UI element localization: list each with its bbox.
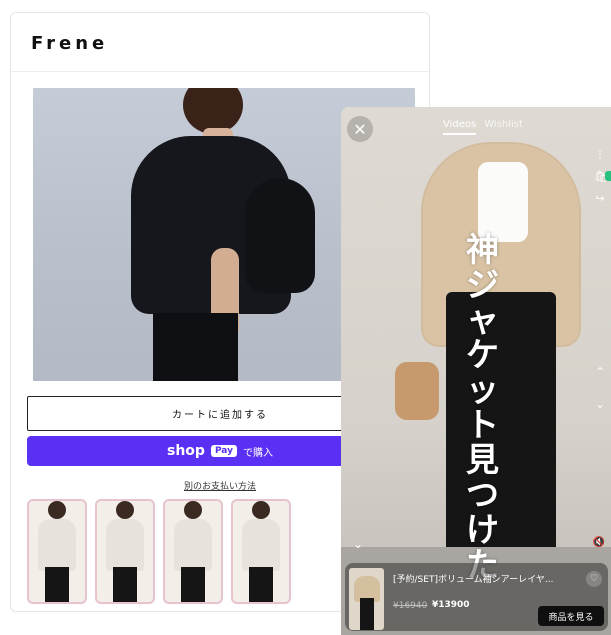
tab-wishlist[interactable]: Wishlist bbox=[484, 119, 523, 135]
add-to-cart-label: カートに追加する bbox=[172, 410, 268, 421]
thumbnail-model-head bbox=[252, 501, 270, 519]
thumbnail-model-pants bbox=[113, 567, 137, 602]
brand-logo[interactable]: Frene bbox=[31, 33, 108, 54]
thumbnail-2[interactable] bbox=[95, 499, 155, 604]
tab-videos[interactable]: Videos bbox=[443, 119, 477, 135]
chevron-up-icon[interactable]: ⌃ bbox=[595, 365, 605, 379]
thumbnail-1[interactable] bbox=[27, 499, 87, 604]
thumbnail-model-body bbox=[38, 519, 76, 571]
thumbnail-model-body bbox=[242, 519, 280, 571]
collapse-chevron-icon[interactable]: ⌄ bbox=[353, 537, 363, 551]
more-icon[interactable]: ⋮ bbox=[594, 149, 606, 161]
header-divider bbox=[11, 71, 429, 72]
video-overlay[interactable]: ✕ Videos Wishlist ⋮ 🛍 ↪ 神ジャケット見つけた ⌃ ⌄ ⌄… bbox=[341, 107, 611, 635]
status-dot bbox=[605, 171, 611, 181]
black-jacket-sleeve bbox=[245, 178, 315, 293]
thumbnail-4[interactable] bbox=[231, 499, 291, 604]
thumbnail-model-body bbox=[106, 519, 144, 571]
thumbnail-model-head bbox=[48, 501, 66, 519]
thumbnail-model-pants bbox=[45, 567, 69, 602]
thumbnail-model-body bbox=[174, 519, 212, 571]
overlay-product-old-price: ¥16940 bbox=[393, 601, 428, 611]
thumbnail-3[interactable] bbox=[163, 499, 223, 604]
handbag bbox=[395, 362, 439, 420]
shop-pay-buy-label: で購入 bbox=[242, 447, 273, 459]
close-icon: ✕ bbox=[353, 119, 367, 139]
close-button[interactable]: ✕ bbox=[347, 116, 373, 142]
share-icon[interactable]: ↪ bbox=[594, 193, 606, 205]
thumbnail-model-pants bbox=[249, 567, 273, 602]
overlay-product-title: [予約/SET]ボリューム袖シアーレイヤ... bbox=[393, 575, 554, 585]
shop-pay-shop-label: shop bbox=[167, 443, 205, 459]
view-product-label: 商品を見る bbox=[548, 612, 594, 623]
shop-pay-pay-badge: Pay bbox=[210, 445, 237, 457]
mute-icon[interactable]: 🔇 bbox=[593, 537, 605, 548]
overlay-product-card[interactable]: [予約/SET]ボリューム袖シアーレイヤ... ¥16940 ¥13900 ♡ … bbox=[345, 563, 608, 631]
thumbnail-pants bbox=[360, 598, 374, 630]
video-caption: 神ジャケット見つけた bbox=[466, 230, 499, 584]
thumbnail-model-head bbox=[116, 501, 134, 519]
heart-icon[interactable]: ♡ bbox=[586, 571, 602, 587]
black-pants bbox=[153, 313, 238, 381]
view-product-button[interactable]: 商品を見る bbox=[538, 606, 604, 626]
overlay-product-price: ¥13900 bbox=[432, 600, 470, 610]
thumbnail-model-head bbox=[184, 501, 202, 519]
overlay-product-thumbnail[interactable] bbox=[349, 568, 384, 630]
overlay-tabs: Videos Wishlist bbox=[443, 119, 523, 135]
thumbnail-model-pants bbox=[181, 567, 205, 602]
chevron-down-icon[interactable]: ⌄ bbox=[595, 397, 605, 411]
thumbnail-row bbox=[27, 499, 291, 604]
